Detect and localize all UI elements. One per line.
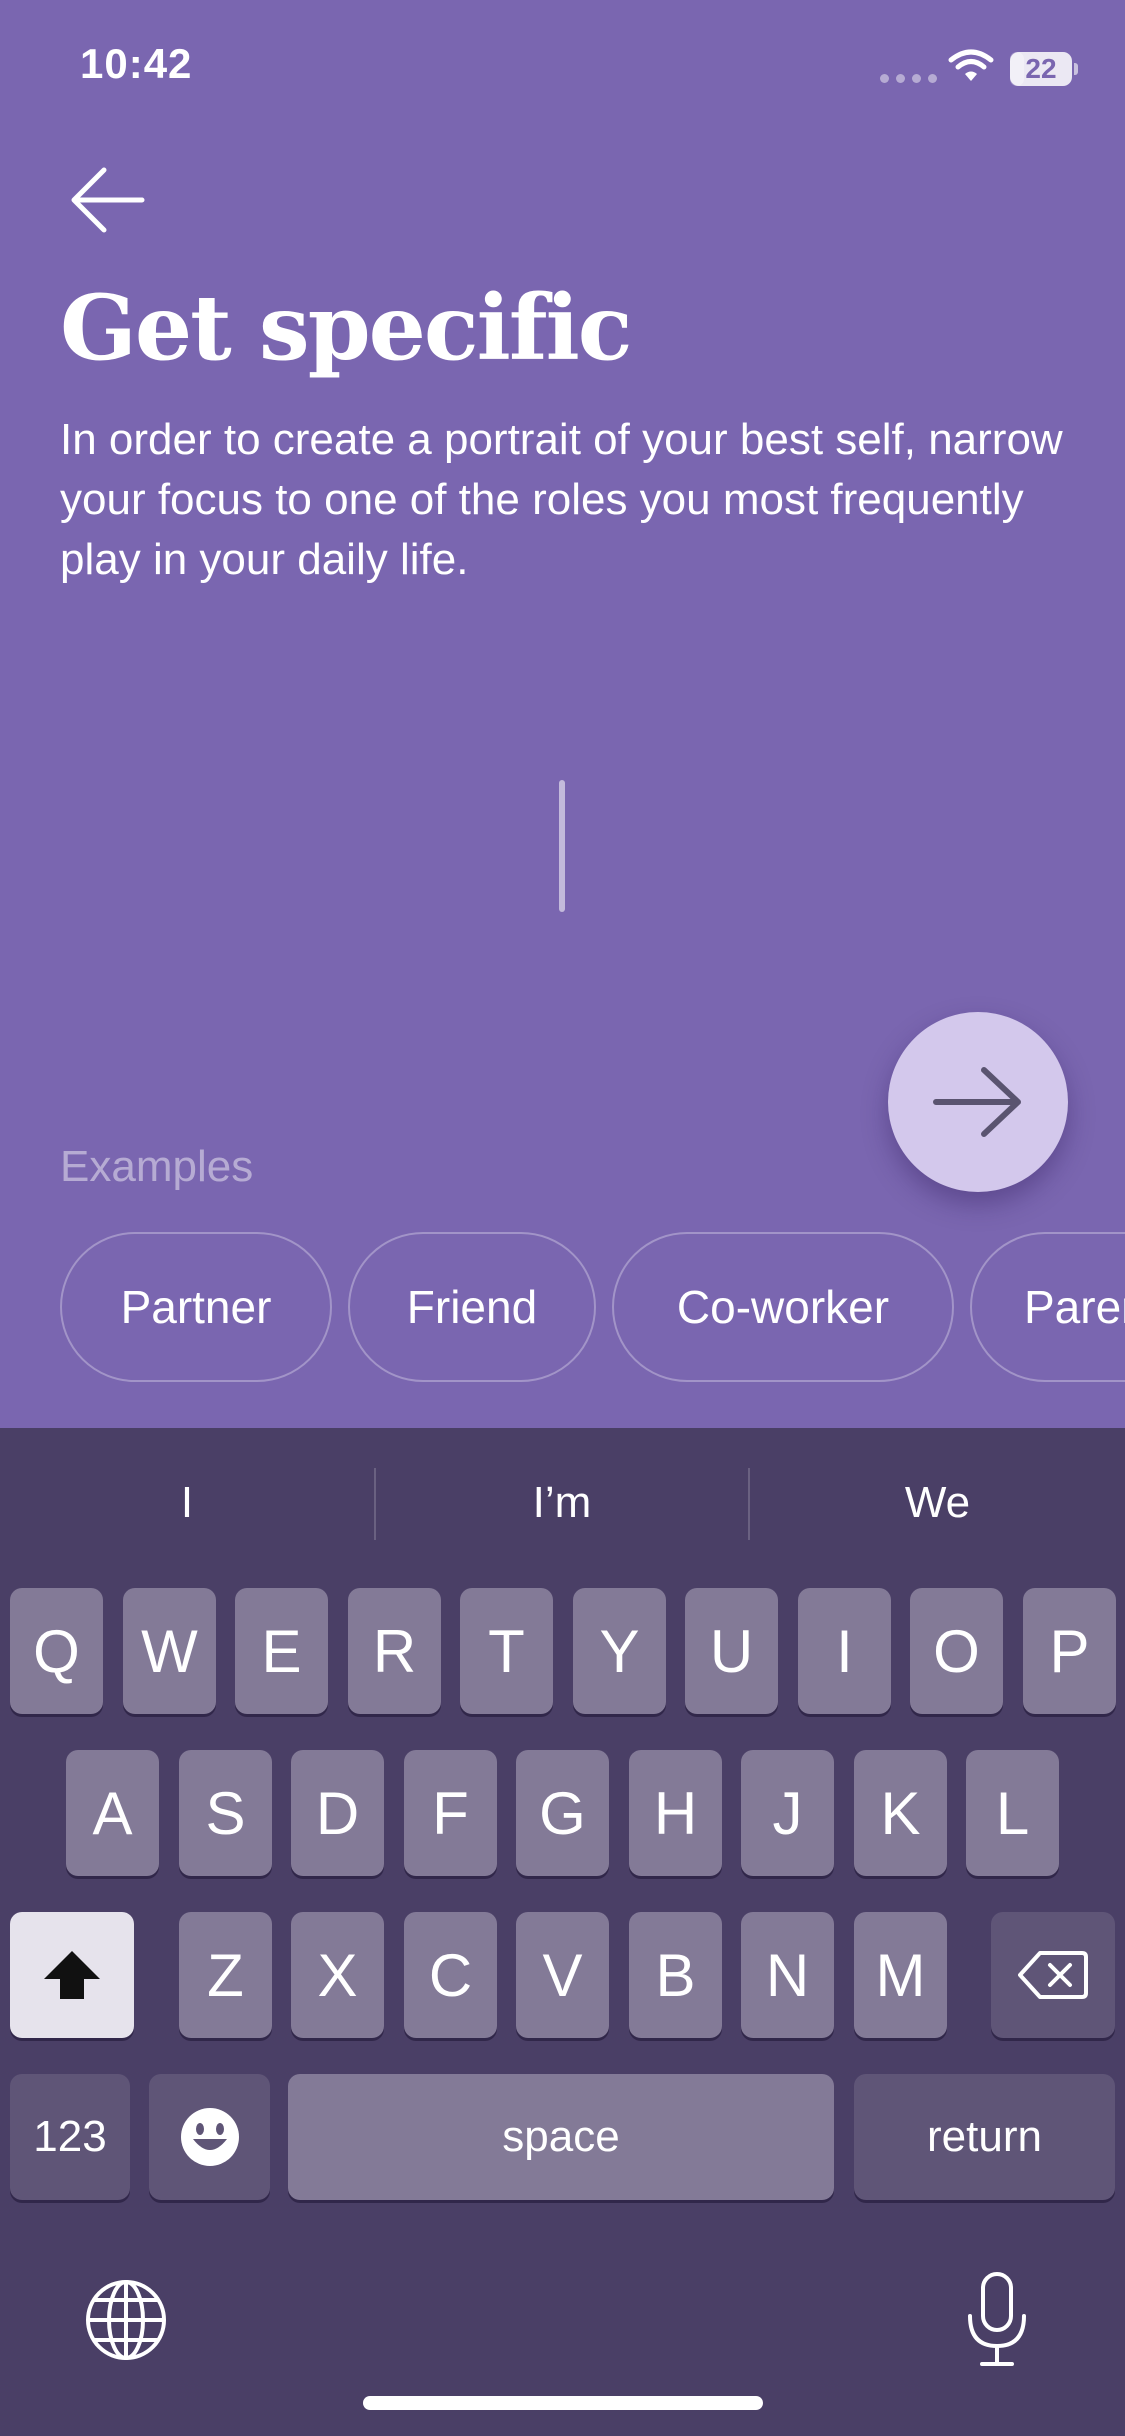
- next-button[interactable]: [888, 1012, 1068, 1192]
- back-arrow-icon[interactable]: [66, 162, 150, 238]
- status-time: 10:42: [80, 40, 193, 87]
- key-s[interactable]: S: [179, 1750, 272, 1876]
- screen: 10:42 22 Get specific In order to create…: [0, 0, 1125, 2436]
- key-w[interactable]: W: [123, 1588, 216, 1714]
- key-p[interactable]: P: [1023, 1588, 1116, 1714]
- key-c[interactable]: C: [404, 1912, 497, 2038]
- key-m[interactable]: M: [854, 1912, 947, 2038]
- cellular-signal-icon: [880, 74, 937, 83]
- text-input-cursor[interactable]: [559, 780, 565, 912]
- shift-key[interactable]: [10, 1912, 134, 2038]
- key-h[interactable]: H: [629, 1750, 722, 1876]
- key-o[interactable]: O: [910, 1588, 1003, 1714]
- example-chip-partner[interactable]: Partner: [60, 1232, 332, 1382]
- example-chip-parent[interactable]: Parent: [970, 1232, 1125, 1382]
- space-key[interactable]: space: [288, 2074, 834, 2200]
- prediction-3[interactable]: We: [750, 1458, 1125, 1548]
- prediction-2[interactable]: I’m: [376, 1458, 748, 1548]
- wifi-icon: [948, 49, 994, 81]
- prediction-1[interactable]: I: [0, 1458, 374, 1548]
- keyboard: I I’m We Q W E R T Y U I O P A S D F G H…: [0, 1428, 1125, 2436]
- emoji-key[interactable]: [149, 2074, 270, 2200]
- examples-label: Examples: [60, 1142, 254, 1191]
- key-b[interactable]: B: [629, 1912, 722, 2038]
- example-chip-friend[interactable]: Friend: [348, 1232, 596, 1382]
- key-j[interactable]: J: [741, 1750, 834, 1876]
- key-u[interactable]: U: [685, 1588, 778, 1714]
- key-n[interactable]: N: [741, 1912, 834, 2038]
- key-g[interactable]: G: [516, 1750, 609, 1876]
- page-title: Get specific: [60, 275, 633, 381]
- key-t[interactable]: T: [460, 1588, 553, 1714]
- key-k[interactable]: K: [854, 1750, 947, 1876]
- key-z[interactable]: Z: [179, 1912, 272, 2038]
- key-a[interactable]: A: [66, 1750, 159, 1876]
- key-y[interactable]: Y: [573, 1588, 666, 1714]
- key-v[interactable]: V: [516, 1912, 609, 2038]
- key-i[interactable]: I: [798, 1588, 891, 1714]
- key-r[interactable]: R: [348, 1588, 441, 1714]
- battery-icon: 22: [1010, 52, 1078, 86]
- microphone-icon[interactable]: [964, 2270, 1030, 2370]
- backspace-icon: [1018, 1951, 1088, 1999]
- example-chip-co-worker[interactable]: Co-worker: [612, 1232, 954, 1382]
- key-d[interactable]: D: [291, 1750, 384, 1876]
- delete-key[interactable]: [991, 1912, 1115, 2038]
- battery-percent: 22: [1025, 53, 1057, 84]
- key-q[interactable]: Q: [10, 1588, 103, 1714]
- emoji-icon: [180, 2108, 239, 2166]
- key-l[interactable]: L: [966, 1750, 1059, 1876]
- key-x[interactable]: X: [291, 1912, 384, 2038]
- arrow-right-icon: [933, 1067, 1021, 1137]
- numbers-key[interactable]: 123: [10, 2074, 130, 2200]
- return-key[interactable]: return: [854, 2074, 1115, 2200]
- prediction-bar: I I’m We: [0, 1428, 1125, 1578]
- home-indicator: [363, 2396, 763, 2410]
- examples-chips-row: Partner Friend Co-worker Parent: [0, 1232, 1125, 1382]
- page-description: In order to create a portrait of your be…: [60, 415, 1063, 584]
- key-f[interactable]: F: [404, 1750, 497, 1876]
- key-e[interactable]: E: [235, 1588, 328, 1714]
- globe-icon[interactable]: [84, 2278, 168, 2362]
- status-bar: 10:42 22: [0, 0, 1125, 140]
- shift-icon: [44, 1951, 100, 1999]
